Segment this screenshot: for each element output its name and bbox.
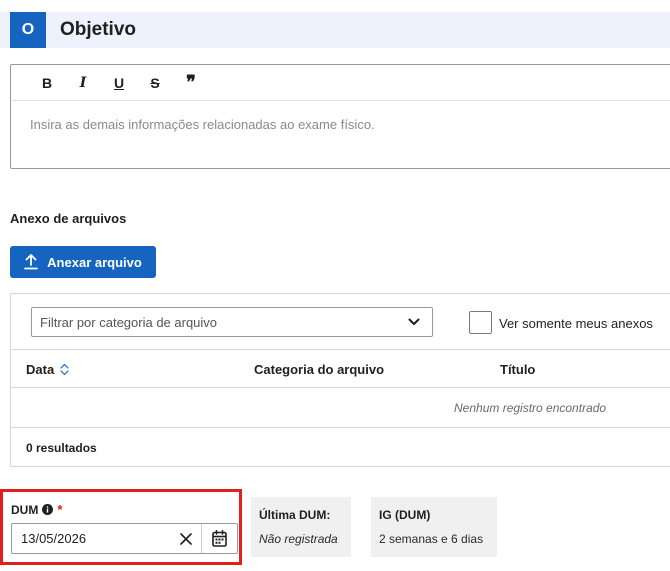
rich-text-editor[interactable]: B I U S ❞ Insira as demais informações r… xyxy=(10,64,670,169)
column-header-title: Título xyxy=(500,362,536,377)
italic-button[interactable]: I xyxy=(65,71,101,95)
ig-dum-card: IG (DUM) 2 semanas e 6 dias xyxy=(371,497,497,557)
ultima-dum-title: Última DUM: xyxy=(259,508,331,522)
editor-text-area[interactable]: Insira as demais informações relacionada… xyxy=(11,101,670,148)
upload-icon xyxy=(24,254,39,270)
chevron-down-icon[interactable] xyxy=(396,318,432,326)
quote-button[interactable]: ❞ xyxy=(173,71,209,95)
clear-icon[interactable] xyxy=(171,532,201,545)
section-letter-badge: O xyxy=(10,12,46,48)
category-filter-select[interactable]: Filtrar por categoria de arquivo xyxy=(31,307,433,337)
only-mine-label: Ver somente meus anexos xyxy=(499,316,653,331)
category-filter-placeholder: Filtrar por categoria de arquivo xyxy=(40,314,218,330)
dum-field-highlight: DUM * 13/05/2026 xyxy=(0,489,242,565)
dum-label-text: DUM xyxy=(11,502,39,517)
attach-file-button-label: Anexar arquivo xyxy=(47,254,142,270)
required-asterisk: * xyxy=(57,502,63,517)
editor-toolbar: B I U S ❞ xyxy=(11,65,670,101)
ig-dum-title: IG (DUM) xyxy=(379,508,431,522)
bold-button[interactable]: B xyxy=(29,71,65,95)
attachments-panel: Filtrar por categoria de arquivo Ver som… xyxy=(10,293,670,467)
column-header-date-label: Data xyxy=(26,362,55,377)
dum-date-value[interactable]: 13/05/2026 xyxy=(12,531,171,546)
sort-icon[interactable] xyxy=(60,363,69,376)
editor-placeholder: Insira as demais informações relacionada… xyxy=(30,117,375,132)
column-header-category: Categoria do arquivo xyxy=(254,362,385,377)
attach-file-button[interactable]: Anexar arquivo xyxy=(10,246,156,278)
dum-date-input[interactable]: 13/05/2026 xyxy=(11,523,238,554)
attachments-label: Anexo de arquivos xyxy=(10,211,127,226)
section-header: O Objetivo xyxy=(0,12,670,48)
section-title: Objetivo xyxy=(60,19,137,40)
underline-button[interactable]: U xyxy=(101,71,137,95)
info-icon[interactable] xyxy=(42,504,54,515)
ultima-dum-card: Última DUM: Não registrada xyxy=(251,497,351,557)
results-count: 0 resultados xyxy=(26,441,97,455)
ultima-dum-value: Não registrada xyxy=(259,532,338,546)
table-header: Data Categoria do arquivo Título xyxy=(11,349,670,388)
column-header-date[interactable]: Data xyxy=(26,362,69,377)
strikethrough-button[interactable]: S xyxy=(137,71,173,95)
only-mine-checkbox[interactable] xyxy=(469,311,492,334)
calendar-icon[interactable] xyxy=(201,524,237,553)
empty-message: Nenhum registro encontrado xyxy=(454,401,607,415)
table-empty-row: Nenhum registro encontrado xyxy=(11,388,670,428)
dum-label: DUM * xyxy=(11,502,62,517)
ig-dum-value: 2 semanas e 6 dias xyxy=(379,532,484,546)
